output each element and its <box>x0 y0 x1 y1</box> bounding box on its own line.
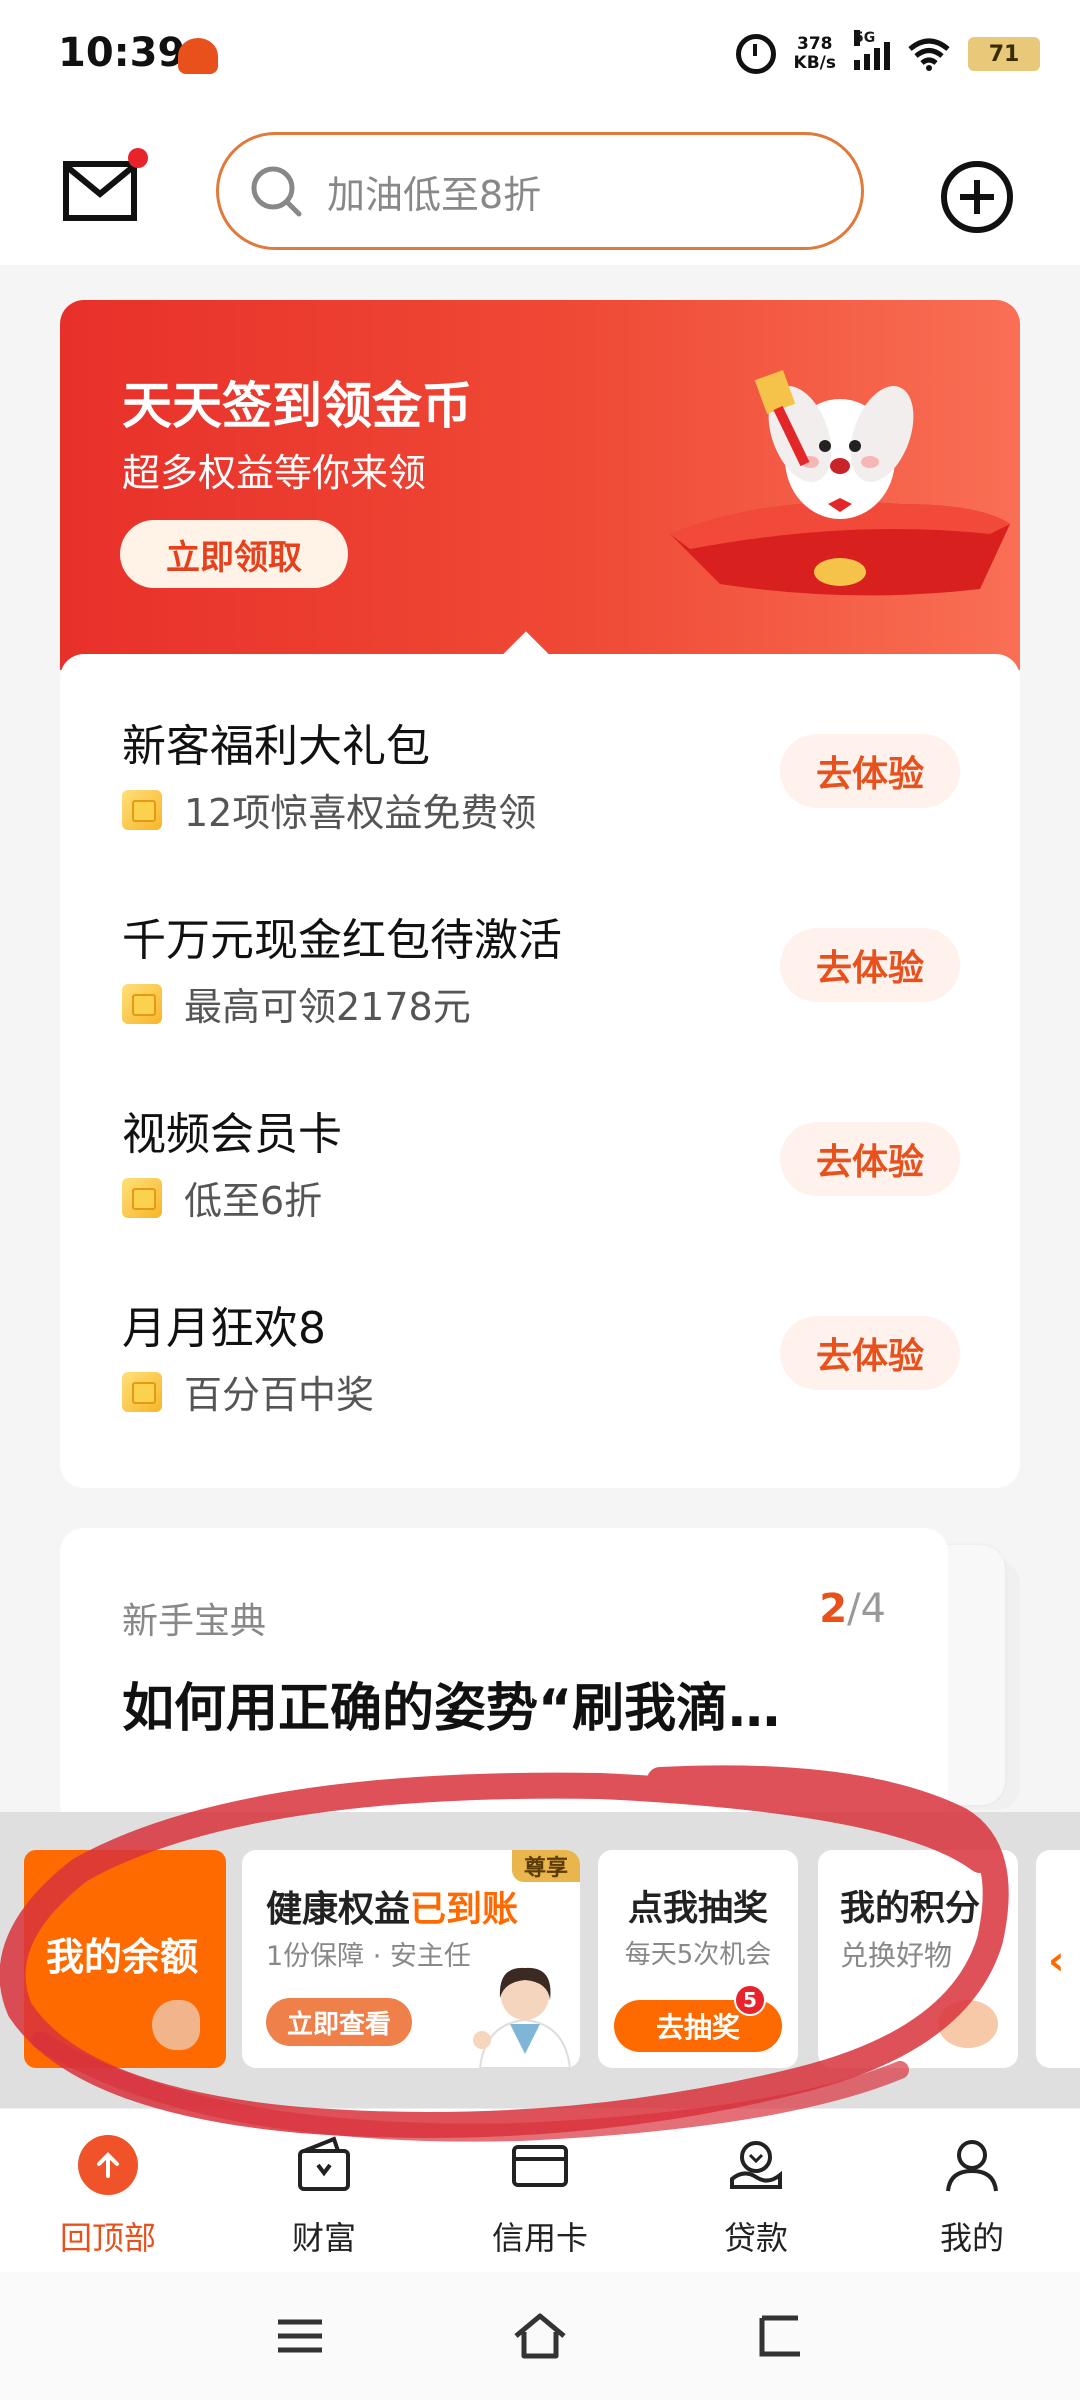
try-button[interactable]: 去体验 <box>780 928 960 1002</box>
add-button[interactable] <box>940 160 1014 234</box>
task-item[interactable]: 千万元现金红包待激活 最高可领2178元 去体验 <box>60 868 1020 1062</box>
health-title-highlight: 已到账 <box>410 1889 519 1930</box>
promo-strip: 我的余额 尊享 健康权益已到账 1份保障 · 安主任 立即查看 点我抽奖 每天5… <box>0 1812 1080 2108</box>
task-subtitle: 最高可领2178元 <box>184 985 471 1029</box>
more-promos-button[interactable]: ‹ <box>1036 1850 1080 2068</box>
nav-back-to-top[interactable]: 回顶部 <box>28 2129 188 2259</box>
claim-button[interactable]: 立即领取 <box>120 520 348 588</box>
search-icon <box>251 166 302 217</box>
health-subtitle: 1份保障 · 安主任 <box>266 1941 471 1972</box>
guide-page-current: 2 <box>819 1586 848 1632</box>
network-speed: 378 KB/s <box>794 35 836 73</box>
coupon-icon <box>122 983 162 1024</box>
network-type: 5G <box>854 30 876 46</box>
health-benefit-card[interactable]: 尊享 健康权益已到账 1份保障 · 安主任 立即查看 <box>242 1850 580 2068</box>
task-item[interactable]: 月月狂欢8 百分百中奖 去体验 <box>60 1256 1020 1450</box>
health-title: 健康权益已到账 <box>266 1880 518 1932</box>
points-card[interactable]: 我的积分 兑换好物 <box>818 1850 1018 2068</box>
status-indicators: 378 KB/s 5G 71 <box>735 30 1040 74</box>
task-title: 月月狂欢8 <box>122 1303 326 1354</box>
coupon-icon <box>122 789 162 830</box>
system-nav-bar <box>0 2272 1080 2400</box>
wallet-icon <box>298 2136 350 2191</box>
unread-dot <box>128 148 148 168</box>
alarm-icon <box>735 34 776 74</box>
lottery-count-badge: 5 <box>734 1984 766 2016</box>
nav-loan[interactable]: 贷款 <box>676 2129 836 2259</box>
nav-label: 回顶部 <box>59 2219 156 2257</box>
lottery-card[interactable]: 点我抽奖 每天5次机会 去抽奖 5 <box>598 1850 798 2068</box>
lottery-subtitle: 每天5次机会 <box>624 1940 772 1970</box>
guide-page-total: /4 <box>847 1586 886 1632</box>
try-button[interactable]: 去体验 <box>780 734 960 808</box>
battery-indicator: 71 <box>968 37 1040 71</box>
task-list: 新客福利大礼包 12项惊喜权益免费领 去体验 千万元现金红包待激活 最高可领21… <box>60 631 1020 1488</box>
nav-label: 贷款 <box>723 2219 788 2257</box>
search-input[interactable]: 加油低至8折 <box>216 132 864 250</box>
plus-circle-icon <box>941 161 1013 233</box>
guide-label: 新手宝典 <box>122 1601 267 1642</box>
chevron-left-icon: ‹ <box>1048 1938 1065 1984</box>
top-header: 加油低至8折 <box>0 120 1080 265</box>
app-notification-icon <box>178 38 218 74</box>
search-placeholder: 加油低至8折 <box>327 172 542 217</box>
guide-pager: 2/4 <box>819 1586 886 1632</box>
user-icon <box>946 2140 998 2192</box>
nav-label: 财富 <box>291 2219 356 2257</box>
doctor-illustration <box>473 1967 572 2068</box>
back-icon[interactable] <box>750 2306 810 2366</box>
pointing-hand-icon <box>152 2000 200 2050</box>
guide-card[interactable]: 新手宝典 2/4 如何用正确的姿势“刷我滴… <box>60 1528 948 1828</box>
wifi-icon <box>908 38 950 71</box>
try-button[interactable]: 去体验 <box>780 1316 960 1390</box>
piggy-icon <box>938 2000 998 2048</box>
task-title: 新客福利大礼包 <box>122 721 430 772</box>
task-item[interactable]: 新客福利大礼包 12项惊喜权益免费领 去体验 <box>60 674 1020 868</box>
mascot-illustration <box>670 369 1010 596</box>
try-button[interactable]: 去体验 <box>780 1122 960 1196</box>
status-bar: 10:39 378 KB/s 5G 71 <box>0 0 1080 120</box>
nav-label: 我的 <box>939 2219 1004 2257</box>
menu-icon[interactable] <box>270 2306 330 2366</box>
network-speed-unit: KB/s <box>793 53 836 73</box>
home-icon[interactable] <box>510 2306 570 2366</box>
balance-card[interactable]: 我的余额 <box>24 1850 226 2068</box>
points-title: 我的积分 <box>840 1889 981 1929</box>
network-speed-value: 378 <box>797 34 833 54</box>
task-subtitle: 百分百中奖 <box>184 1373 375 1417</box>
mail-icon <box>63 161 137 221</box>
banner-title: 天天签到领金币 <box>122 377 472 435</box>
checkin-banner[interactable]: 天天签到领金币 超多权益等你来领 立即领取 <box>60 300 1020 670</box>
credit-card-icon <box>512 2145 568 2187</box>
nav-label: 信用卡 <box>491 2219 588 2257</box>
nav-credit-card[interactable]: 信用卡 <box>460 2129 620 2259</box>
task-subtitle: 低至6折 <box>184 1179 323 1223</box>
bottom-nav: 回顶部 财富 信用卡 贷款 我的 <box>0 2108 1080 2272</box>
health-title-prefix: 健康权益 <box>266 1889 411 1930</box>
mail-button[interactable] <box>62 148 148 224</box>
coupon-icon <box>122 1177 162 1218</box>
premium-badge: 尊享 <box>512 1850 580 1882</box>
task-title: 视频会员卡 <box>122 1109 342 1160</box>
arrow-up-icon <box>78 2135 138 2195</box>
banner-subtitle: 超多权益等你来领 <box>122 451 427 495</box>
guide-title: 如何用正确的姿势“刷我滴… <box>122 1679 781 1739</box>
nav-wealth[interactable]: 财富 <box>244 2129 404 2259</box>
task-title: 千万元现金红包待激活 <box>122 915 562 966</box>
nav-me[interactable]: 我的 <box>892 2129 1052 2259</box>
coupon-icon <box>122 1371 162 1412</box>
signal-icon: 5G <box>854 30 890 70</box>
status-time: 10:39 <box>58 30 186 76</box>
task-item[interactable]: 视频会员卡 低至6折 去体验 <box>60 1062 1020 1256</box>
points-subtitle: 兑换好物 <box>840 1939 953 1972</box>
view-now-button[interactable]: 立即查看 <box>266 1998 412 2046</box>
lottery-title: 点我抽奖 <box>627 1889 768 1929</box>
balance-label: 我的余额 <box>46 1935 199 1979</box>
task-subtitle: 12项惊喜权益免费领 <box>184 791 537 835</box>
loan-icon <box>730 2141 782 2189</box>
